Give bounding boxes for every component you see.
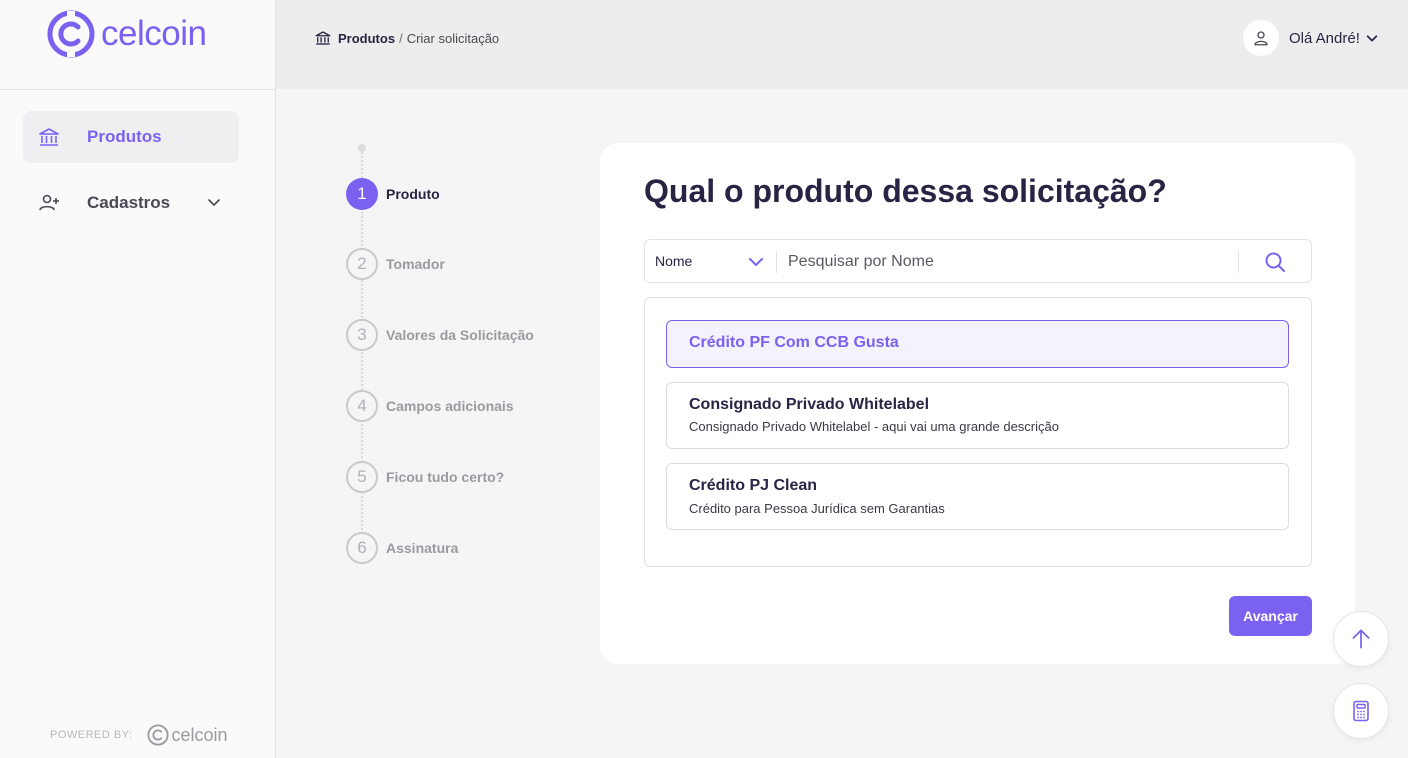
search-filter-select[interactable]: Nome <box>655 253 692 269</box>
product-title: Crédito PJ Clean <box>689 477 818 494</box>
product-list: Crédito PF Com CCB Gusta Consignado Priv… <box>644 297 1312 567</box>
step-label: Produto <box>386 186 440 202</box>
step-label: Assinatura <box>386 540 459 556</box>
search-input[interactable] <box>788 251 1228 273</box>
step-label: Campos adicionais <box>386 398 514 414</box>
title-bold: produto <box>752 173 874 209</box>
step-valores: 3 Valores da Solicitação <box>346 319 534 351</box>
step-number: 6 <box>346 532 378 564</box>
search-divider <box>1238 251 1239 273</box>
product-item-consignado[interactable]: Consignado Privado Whitelabel Consignado… <box>666 382 1289 449</box>
arrow-up-icon <box>1352 629 1370 649</box>
step-number: 3 <box>346 319 378 351</box>
powered-by-label: POWERED BY: <box>50 729 133 741</box>
user-menu[interactable]: Olá André! <box>1243 20 1379 56</box>
sidebar-divider <box>0 89 276 90</box>
step-number: 4 <box>346 390 378 422</box>
user-greeting[interactable]: Olá André! <box>1289 30 1360 47</box>
breadcrumb-current: Criar solicitação <box>406 30 500 46</box>
product-description: Consignado Privado Whitelabel - aqui vai… <box>689 419 1059 434</box>
step-campos-adicionais: 4 Campos adicionais <box>346 390 514 422</box>
title-suffix: dessa solicitação? <box>873 173 1167 209</box>
search-icon[interactable] <box>1263 250 1287 274</box>
sidebar-item-label: Produtos <box>87 127 162 146</box>
celcoin-mini-logo-icon <box>146 724 169 746</box>
celcoin-logo[interactable]: celcoin <box>47 10 207 58</box>
scroll-top-button[interactable] <box>1333 611 1389 667</box>
logo-text: celcoin <box>101 14 207 53</box>
title-prefix: Qual o <box>644 173 753 209</box>
search-bar: Nome <box>644 239 1312 283</box>
sidebar-item-label: Cadastros <box>87 193 171 212</box>
calculator-icon <box>1353 700 1369 722</box>
step-number: 1 <box>346 178 378 210</box>
sidebar-item-cadastros[interactable]: Cadastros <box>23 177 239 229</box>
step-number: 2 <box>346 248 378 280</box>
product-item-credito-pj[interactable]: Crédito PJ Clean Crédito para Pessoa Jur… <box>666 463 1289 530</box>
next-button[interactable]: Avançar <box>1229 596 1312 636</box>
step-number: 5 <box>346 461 378 493</box>
breadcrumb-root[interactable]: Produtos <box>338 31 395 46</box>
product-title: Crédito PF Com CCB Gusta <box>689 334 899 351</box>
sidebar: celcoin Produtos Cadastros POWERED BY: c… <box>0 0 276 758</box>
page-title: Qual o produto dessa solicitação? <box>644 173 1167 210</box>
chevron-down-icon[interactable] <box>1365 31 1379 45</box>
product-selection-card: Qual o produto dessa solicitação? Nome C… <box>600 143 1355 664</box>
step-label: Tomador <box>386 256 445 272</box>
avatar[interactable] <box>1243 20 1279 56</box>
user-add-icon <box>39 194 59 211</box>
bank-icon <box>315 31 331 45</box>
search-divider <box>776 251 777 273</box>
calculator-button[interactable] <box>1333 683 1389 739</box>
step-assinatura: 6 Assinatura <box>346 532 458 564</box>
chevron-down-icon[interactable] <box>206 194 222 210</box>
powered-by-brand: celcoin <box>171 724 228 745</box>
user-icon <box>1254 31 1268 46</box>
step-revisao: 5 Ficou tudo certo? <box>346 461 504 493</box>
top-header: Produtos / Criar solicitação Olá André! <box>276 0 1408 89</box>
breadcrumb: Produtos / Criar solicitação <box>314 29 499 47</box>
bank-icon <box>39 128 59 146</box>
step-label: Ficou tudo certo? <box>386 469 505 485</box>
product-item-credito-pf[interactable]: Crédito PF Com CCB Gusta <box>666 320 1289 368</box>
step-tomador: 2 Tomador <box>346 248 445 280</box>
product-title: Consignado Privado Whitelabel <box>689 396 930 413</box>
sidebar-item-produtos[interactable]: Produtos <box>23 111 239 163</box>
stepper: 1 Produto 2 Tomador 3 Valores da Solicit… <box>346 143 576 573</box>
celcoin-logo-icon <box>47 10 95 58</box>
powered-by: POWERED BY: celcoin <box>50 724 228 746</box>
product-description: Crédito para Pessoa Jurídica sem Garanti… <box>689 501 945 516</box>
step-label: Valores da Solicitação <box>386 327 534 343</box>
stepper-top-dot <box>358 144 366 152</box>
breadcrumb-separator: / <box>399 30 403 46</box>
chevron-down-icon[interactable] <box>747 253 765 271</box>
powered-by-logo: celcoin <box>146 724 228 746</box>
step-produto: 1 Produto <box>346 178 440 210</box>
